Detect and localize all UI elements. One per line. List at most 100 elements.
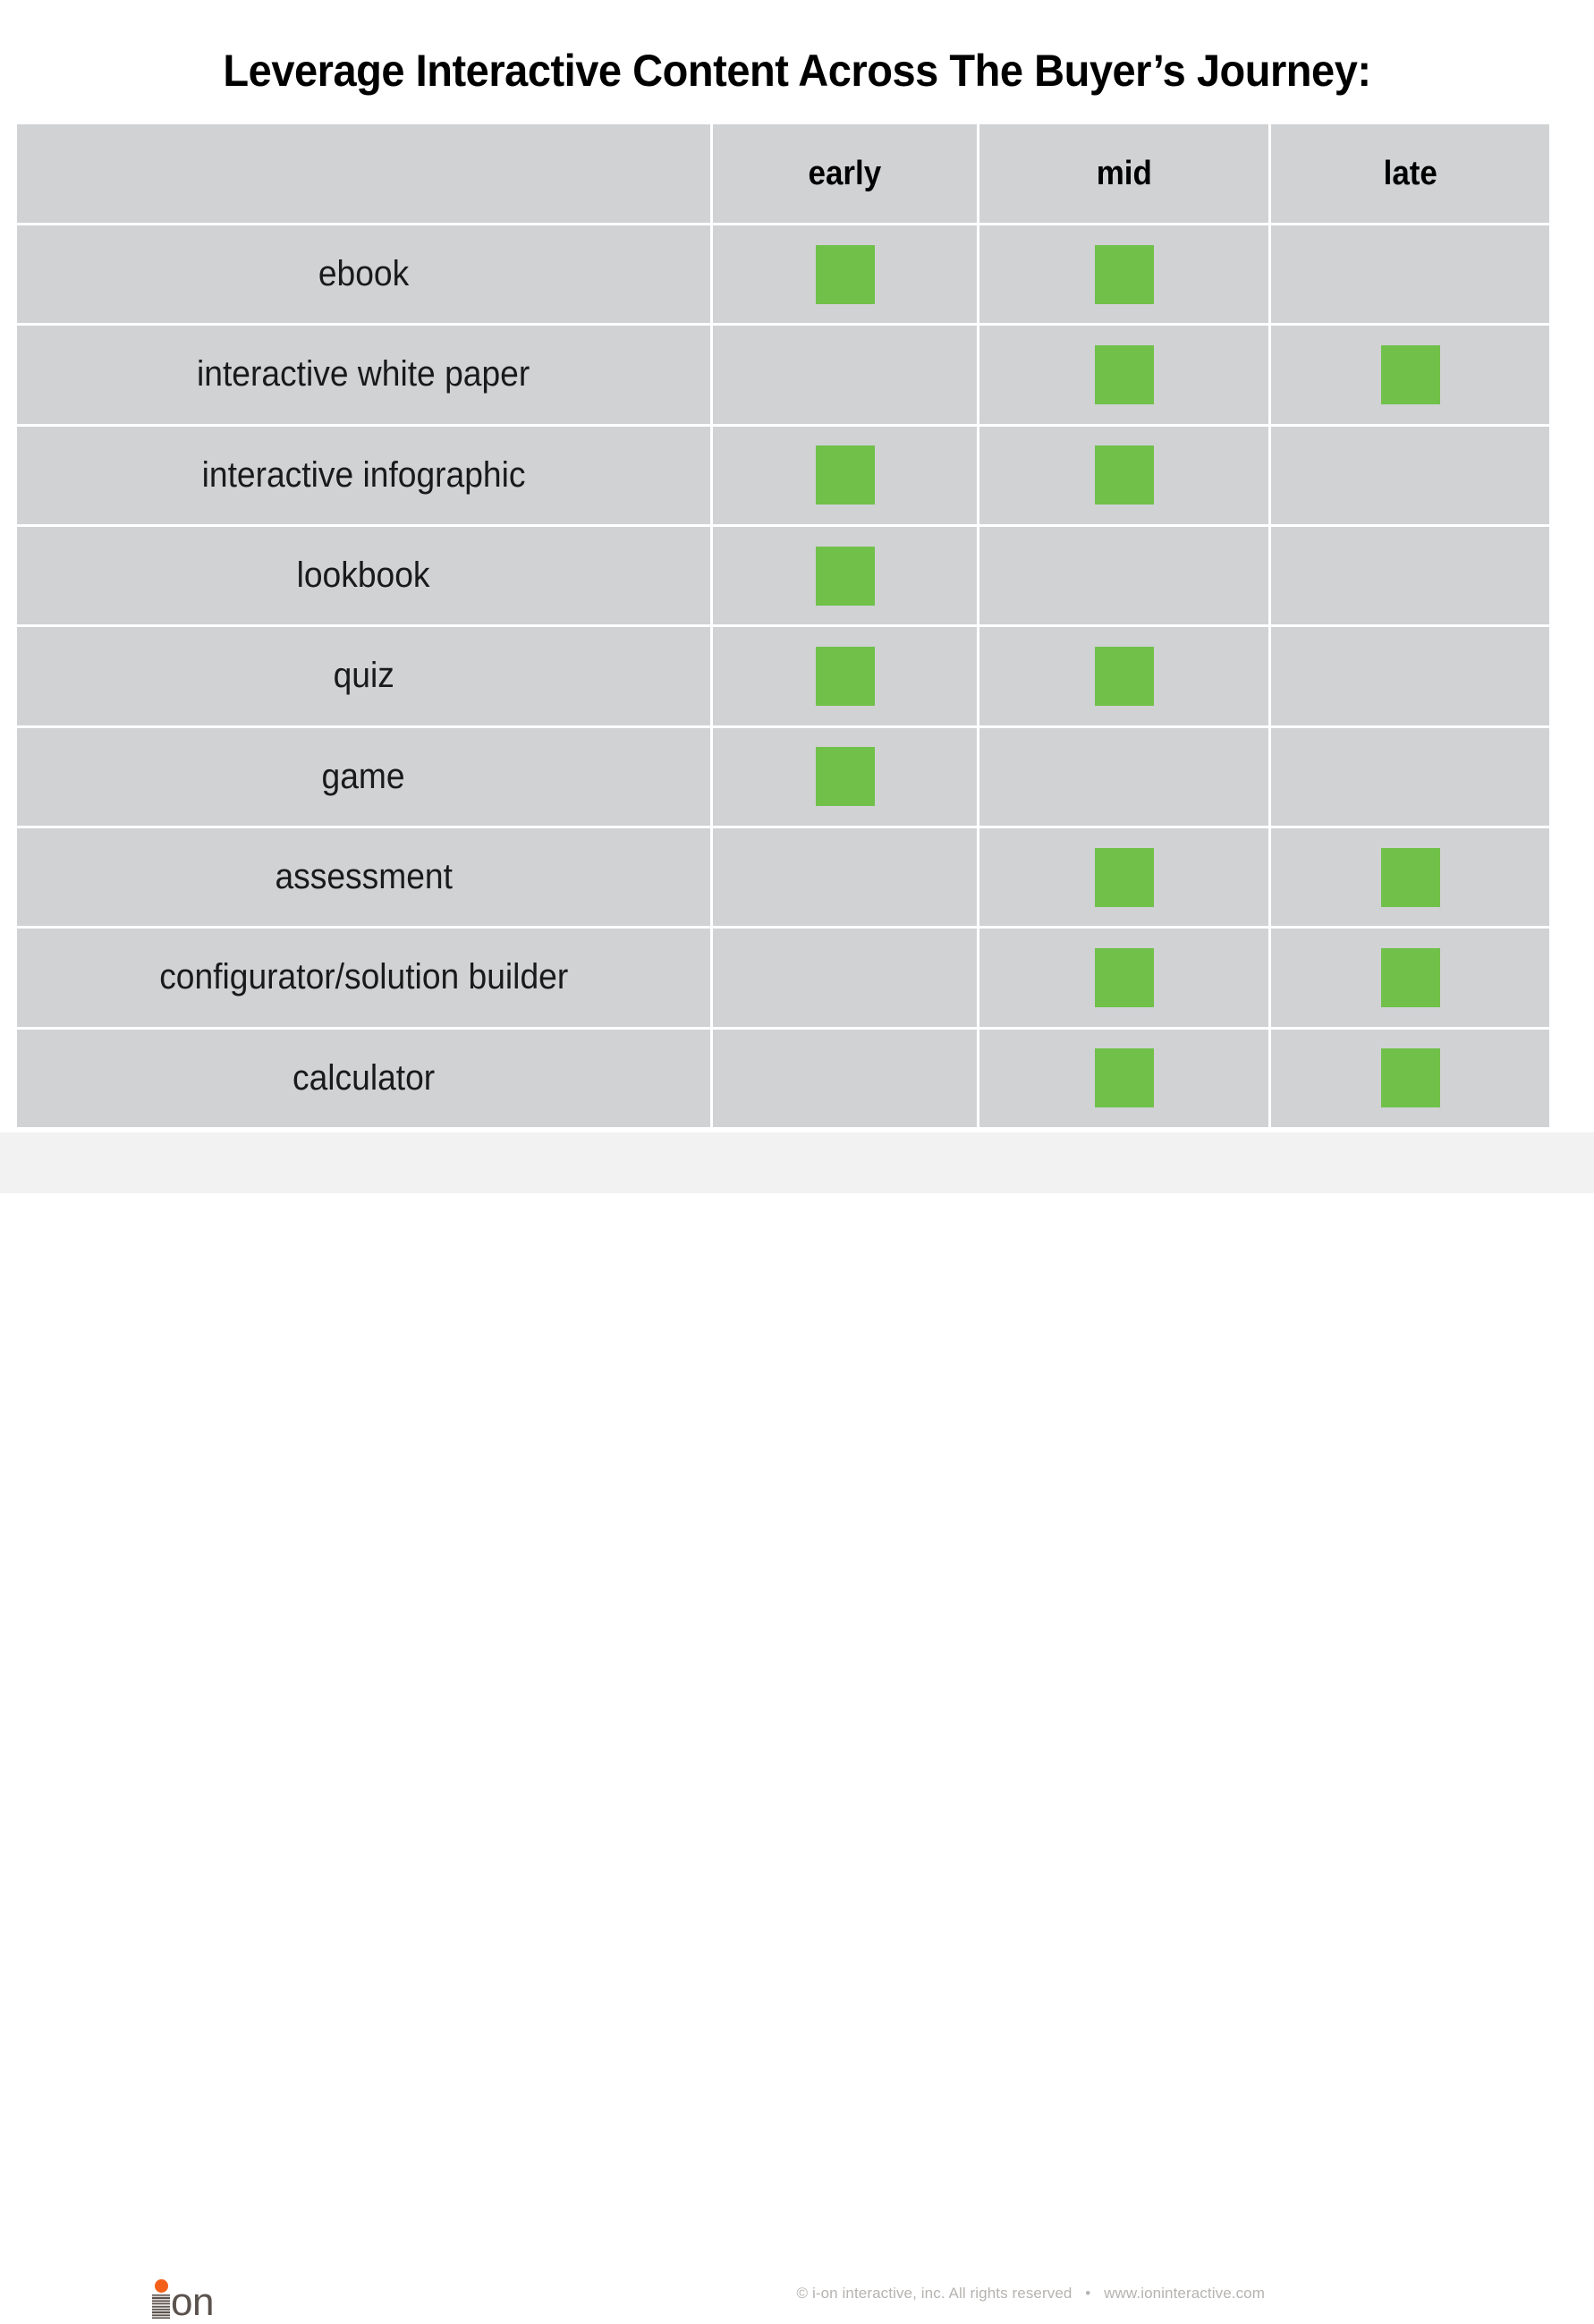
green-square-marker bbox=[1094, 344, 1154, 404]
footer-website: www.ioninteractive.com bbox=[1104, 2285, 1265, 2302]
cell-early bbox=[710, 827, 977, 927]
green-square-marker bbox=[815, 244, 875, 304]
green-square-marker bbox=[1094, 646, 1154, 706]
row-label: calculator bbox=[292, 1057, 436, 1098]
column-header-early: early bbox=[710, 124, 977, 223]
row-label-cell: interactive white paper bbox=[17, 326, 710, 423]
green-square-marker bbox=[1380, 344, 1440, 404]
page-title: Leverage Interactive Content Across The … bbox=[223, 46, 1371, 96]
logo-coil-icon bbox=[152, 2294, 170, 2319]
green-square-marker bbox=[1381, 747, 1440, 806]
row-label: configurator/solution builder bbox=[158, 957, 569, 997]
header-corner-cell bbox=[17, 124, 710, 223]
green-square-marker bbox=[815, 747, 875, 807]
green-square-marker bbox=[1381, 245, 1440, 304]
footer-separator: • bbox=[1085, 2285, 1091, 2302]
column-header-mid: mid bbox=[977, 124, 1268, 223]
green-square-marker bbox=[1381, 547, 1440, 606]
copyright-text: © i-on interactive, inc. All rights rese… bbox=[796, 2285, 1073, 2302]
cell-late bbox=[1268, 1029, 1549, 1127]
row-label: interactive infographic bbox=[201, 454, 526, 495]
green-square-marker bbox=[815, 646, 875, 706]
cell-mid bbox=[977, 326, 1268, 424]
logo-wordmark: on bbox=[171, 2280, 214, 2324]
green-square-marker bbox=[1094, 244, 1154, 304]
cell-mid bbox=[977, 426, 1268, 524]
row-label-cell: ebook bbox=[17, 225, 710, 323]
green-square-marker bbox=[1095, 747, 1154, 806]
cell-late bbox=[1268, 627, 1549, 725]
cell-late bbox=[1268, 326, 1549, 424]
green-square-marker bbox=[1094, 947, 1154, 1007]
cell-late bbox=[1268, 727, 1549, 826]
row-label: interactive white paper bbox=[197, 354, 530, 394]
cell-mid bbox=[977, 1029, 1268, 1127]
column-header-mid-label: mid bbox=[1096, 154, 1152, 192]
footer-bar: on © i-on interactive, inc. All rights r… bbox=[0, 1132, 1594, 2322]
table-row: calculator bbox=[17, 1026, 1549, 1127]
cell-mid bbox=[977, 727, 1268, 826]
table-row: assessment bbox=[17, 825, 1549, 927]
cell-mid bbox=[977, 827, 1268, 927]
green-square-marker bbox=[1095, 547, 1154, 606]
green-square-marker bbox=[816, 848, 875, 907]
row-label: lookbook bbox=[297, 556, 430, 596]
row-label: assessment bbox=[275, 857, 453, 897]
green-square-marker bbox=[816, 345, 875, 404]
row-label-cell: calculator bbox=[17, 1030, 710, 1127]
green-square-marker bbox=[815, 546, 875, 606]
cell-early bbox=[710, 929, 977, 1027]
green-square-marker bbox=[1380, 947, 1440, 1007]
cell-late bbox=[1268, 426, 1549, 524]
cell-mid bbox=[977, 929, 1268, 1027]
table-row: quiz bbox=[17, 624, 1549, 725]
column-header-late: late bbox=[1268, 124, 1549, 223]
cell-mid bbox=[977, 225, 1268, 324]
row-label: quiz bbox=[333, 656, 394, 696]
cell-late bbox=[1268, 827, 1549, 927]
row-label: ebook bbox=[318, 254, 410, 294]
green-square-marker bbox=[1381, 445, 1440, 505]
cell-late bbox=[1268, 929, 1549, 1027]
green-square-marker bbox=[1094, 847, 1154, 907]
row-label-cell: configurator/solution builder bbox=[17, 929, 710, 1026]
table-row: configurator/solution builder bbox=[17, 926, 1549, 1027]
row-label-cell: lookbook bbox=[17, 527, 710, 624]
row-label-cell: assessment bbox=[17, 828, 710, 926]
table-row: interactive white paper bbox=[17, 323, 1549, 424]
cell-late bbox=[1268, 225, 1549, 324]
column-header-early-label: early bbox=[808, 154, 882, 192]
table-row: ebook bbox=[17, 223, 1549, 324]
cell-mid bbox=[977, 627, 1268, 725]
green-square-marker bbox=[1380, 1048, 1440, 1108]
green-square-marker bbox=[1094, 1048, 1154, 1108]
green-square-marker bbox=[1094, 445, 1154, 505]
content-journey-matrix: early mid late ebook interactive white p… bbox=[17, 124, 1549, 1127]
row-label-cell: quiz bbox=[17, 627, 710, 725]
green-square-marker bbox=[816, 948, 875, 1007]
green-square-marker bbox=[816, 1048, 875, 1107]
row-label: game bbox=[321, 756, 406, 796]
cell-early bbox=[710, 526, 977, 625]
green-square-marker bbox=[815, 445, 875, 505]
footer-copyright: © i-on interactive, inc. All rights rese… bbox=[797, 2285, 1265, 2303]
cell-early bbox=[710, 1029, 977, 1127]
table-row: game bbox=[17, 725, 1549, 826]
green-square-marker bbox=[1381, 647, 1440, 706]
cell-mid bbox=[977, 526, 1268, 625]
cell-early bbox=[710, 326, 977, 424]
cell-early bbox=[710, 426, 977, 524]
row-label-cell: game bbox=[17, 728, 710, 826]
cell-early bbox=[710, 727, 977, 826]
column-header-late-label: late bbox=[1383, 154, 1437, 192]
ion-logo: on bbox=[146, 2279, 226, 2324]
logo-dot-icon bbox=[155, 2279, 168, 2293]
table-row: lookbook bbox=[17, 523, 1549, 625]
slide-canvas: Leverage Interactive Content Across The … bbox=[0, 0, 1594, 2322]
cell-early bbox=[710, 627, 977, 725]
table-header-row: early mid late bbox=[17, 124, 1549, 223]
cell-early bbox=[710, 225, 977, 324]
row-label-cell: interactive infographic bbox=[17, 427, 710, 524]
cell-late bbox=[1268, 526, 1549, 625]
green-square-marker bbox=[1380, 847, 1440, 907]
